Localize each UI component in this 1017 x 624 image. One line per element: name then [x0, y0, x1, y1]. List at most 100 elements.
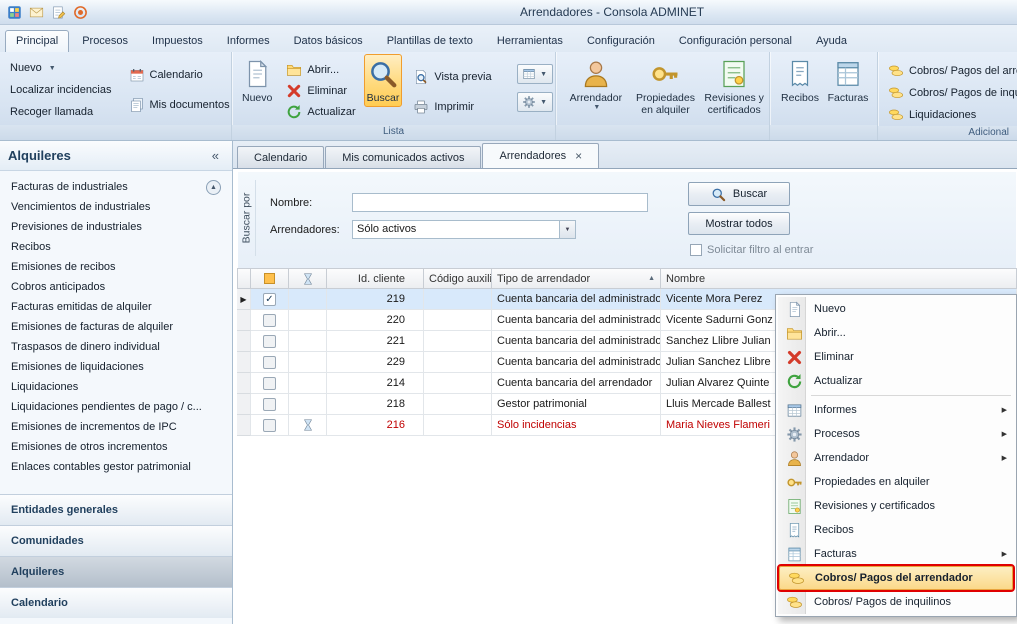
select-all-checkbox[interactable] — [264, 273, 275, 284]
tab-calendario[interactable]: Calendario — [237, 146, 324, 168]
ribbon-liquidaciones[interactable]: Liquidaciones — [884, 104, 1017, 126]
row-checkbox[interactable] — [263, 419, 276, 432]
select-column-header[interactable] — [251, 268, 289, 289]
sidebar-item-emisiones-recibos[interactable]: Emisiones de recibos — [0, 257, 232, 277]
incidencia-column-header[interactable] — [289, 268, 327, 289]
menu-item-informes[interactable]: Informes ▶ — [778, 398, 1014, 422]
incidencia-cell — [289, 352, 327, 373]
menu-item-propiedades-en-alquiler[interactable]: Propiedades en alquiler — [778, 470, 1014, 494]
ribbon-tab-ayuda[interactable]: Ayuda — [805, 30, 858, 52]
ribbon-abrir[interactable]: Abrir... — [282, 59, 359, 80]
menu-item-cobros-pagos-de-inquilinos[interactable]: Cobros/ Pagos de inquilinos — [778, 590, 1014, 614]
ribbon-eliminar[interactable]: Eliminar — [282, 80, 359, 101]
menu-item-arrendador[interactable]: Arrendador ▶ — [778, 446, 1014, 470]
chevron-down-icon: ▼ — [540, 71, 547, 78]
ribbon-cobros-inquilinos[interactable]: Cobros/ Pagos de inquilinos — [884, 82, 1017, 104]
menu-item-recibos[interactable]: Recibos — [778, 518, 1014, 542]
ribbon-buscar-button[interactable]: Buscar — [364, 54, 403, 107]
mostrar-todos-button[interactable]: Mostrar todos — [688, 212, 790, 235]
sidebar-item-facturas-emitidas[interactable]: Facturas emitidas de alquiler — [0, 297, 232, 317]
ribbon-facturas-button[interactable]: Facturas — [825, 54, 871, 107]
sidebar-item-liquidaciones[interactable]: Liquidaciones — [0, 377, 232, 397]
ribbon-mis-documentos[interactable]: Mis documentos — [125, 94, 234, 116]
row-checkbox[interactable] — [263, 398, 276, 411]
sidebar-item-facturas-industriales[interactable]: Facturas de industriales▲ — [0, 177, 232, 197]
ribbon-recibos-button[interactable]: Recibos — [777, 54, 823, 107]
column-header-codigo-auxiliar[interactable]: Código auxiliar — [424, 268, 492, 289]
sidebar-item-emisiones-facturas[interactable]: Emisiones de facturas de alquiler — [0, 317, 232, 337]
arrendadores-select[interactable]: Sólo activos ▼ — [352, 220, 576, 239]
ribbon-tab-datos-basicos[interactable]: Datos básicos — [283, 30, 374, 52]
column-header-tipo-arrendador[interactable]: Tipo de arrendador▲ — [492, 268, 661, 289]
sidebar-item-otros-incrementos[interactable]: Emisiones de otros incrementos — [0, 437, 232, 457]
menu-item-facturas[interactable]: Facturas ▶ — [778, 542, 1014, 566]
sidebar-item-vencimientos-industriales[interactable]: Vencimientos de industriales — [0, 197, 232, 217]
menu-item-procesos[interactable]: Procesos ▶ — [778, 422, 1014, 446]
ribbon-tab-procesos[interactable]: Procesos — [71, 30, 139, 52]
ribbon-imprimir[interactable]: Imprimir — [409, 96, 495, 118]
collapse-sidebar-icon[interactable]: « — [207, 148, 224, 163]
row-checkbox[interactable] — [263, 293, 276, 306]
ribbon-tab-herramientas[interactable]: Herramientas — [486, 30, 574, 52]
menu-item-cobros-pagos-del-arrendador[interactable]: Cobros/ Pagos del arrendador — [779, 566, 1013, 590]
buscar-button[interactable]: Buscar — [688, 182, 790, 206]
ribbon-vista-previa[interactable]: Vista previa — [409, 66, 495, 88]
menu-item-eliminar[interactable]: Eliminar — [778, 345, 1014, 369]
column-header-id-cliente[interactable]: Id. cliente — [327, 268, 424, 289]
sort-asc-icon: ▲ — [648, 275, 655, 282]
ribbon-tab-impuestos[interactable]: Impuestos — [141, 30, 214, 52]
menu-item-revisiones-y-certificados[interactable]: Revisiones y certificados — [778, 494, 1014, 518]
tab-arrendadores[interactable]: Arrendadores × — [482, 143, 599, 168]
scroll-up-icon[interactable]: ▲ — [206, 180, 221, 195]
ribbon-propiedades-button[interactable]: Propiedades en alquiler — [633, 54, 699, 119]
menu-item-abrir[interactable]: Abrir... — [778, 321, 1014, 345]
row-checkbox[interactable] — [263, 377, 276, 390]
ribbon-tab-principal[interactable]: Principal — [5, 30, 69, 52]
ribbon-recoger-llamada[interactable]: Recoger llamada — [6, 101, 116, 123]
sidebar-item-recibos[interactable]: Recibos — [0, 237, 232, 257]
sidebar-item-traspasos-dinero[interactable]: Traspasos de dinero individual — [0, 337, 232, 357]
app-icon[interactable] — [5, 3, 23, 21]
ribbon-arrendador-button[interactable]: Arrendador ▼ — [561, 54, 631, 114]
ribbon-nuevo-button[interactable]: Nuevo — [239, 54, 275, 107]
search-group-caption: Buscar por — [238, 180, 256, 256]
sidebar-item-enlaces-contables[interactable]: Enlaces contables gestor patrimonial — [0, 457, 232, 477]
sidebar-item-previsiones-industriales[interactable]: Previsiones de industriales — [0, 217, 232, 237]
row-checkbox[interactable] — [263, 356, 276, 369]
column-header-nombre[interactable]: Nombre — [661, 268, 1017, 289]
sidebar-nav-comunidades[interactable]: Comunidades — [0, 525, 232, 556]
notes-icon[interactable] — [49, 3, 67, 21]
sidebar-item-incrementos-ipc[interactable]: Emisiones de incrementos de IPC — [0, 417, 232, 437]
menu-item-actualizar[interactable]: Actualizar — [778, 369, 1014, 393]
menu-item-label: Facturas — [814, 548, 857, 560]
nombre-input[interactable] — [352, 193, 648, 212]
ribbon-calendario[interactable]: Calendario — [125, 64, 234, 86]
ribbon-tab-plantillas[interactable]: Plantillas de texto — [376, 30, 484, 52]
ribbon-localizar-incidencias[interactable]: Localizar incidencias — [6, 79, 116, 101]
sidebar-item-emisiones-liquidaciones[interactable]: Emisiones de liquidaciones — [0, 357, 232, 377]
ribbon-cobros-arrendador[interactable]: Cobros/ Pagos del arrendador — [884, 60, 1017, 82]
close-icon[interactable]: × — [575, 151, 582, 161]
ribbon-nuevo-menu[interactable]: Nuevo▼ — [6, 57, 116, 79]
row-checkbox[interactable] — [263, 335, 276, 348]
ribbon-gear-dropdown-button[interactable]: ▼ — [517, 92, 553, 112]
menu-item-nuevo[interactable]: Nuevo — [778, 297, 1014, 321]
sidebar-nav-calendario[interactable]: Calendario — [0, 587, 232, 618]
sidebar-nav-alquileres[interactable]: Alquileres — [0, 556, 232, 587]
sidebar-nav-entidades-generales[interactable]: Entidades generales — [0, 494, 232, 525]
record-icon[interactable] — [71, 3, 89, 21]
sidebar-item-cobros-anticipados[interactable]: Cobros anticipados — [0, 277, 232, 297]
mail-icon[interactable] — [27, 3, 45, 21]
solicitar-filtro-checkbox[interactable] — [690, 244, 702, 256]
ribbon-tab-configuracion[interactable]: Configuración — [576, 30, 666, 52]
tab-mis-comunicados-activos[interactable]: Mis comunicados activos — [325, 146, 481, 168]
ribbon-tab-informes[interactable]: Informes — [216, 30, 281, 52]
ribbon: Nuevo▼ Localizar incidencias Recoger lla… — [0, 52, 1017, 141]
ribbon-tab-configuracion-personal[interactable]: Configuración personal — [668, 30, 803, 52]
ribbon-actualizar[interactable]: Actualizar — [282, 101, 359, 122]
row-checkbox[interactable] — [263, 314, 276, 327]
ribbon-grid-dropdown-button[interactable]: ▼ — [517, 64, 553, 84]
sidebar-item-liquidaciones-pendientes[interactable]: Liquidaciones pendientes de pago / c... — [0, 397, 232, 417]
ribbon-revisiones-button[interactable]: Revisiones y certificados — [700, 54, 768, 119]
chevron-down-icon[interactable]: ▼ — [559, 221, 575, 238]
